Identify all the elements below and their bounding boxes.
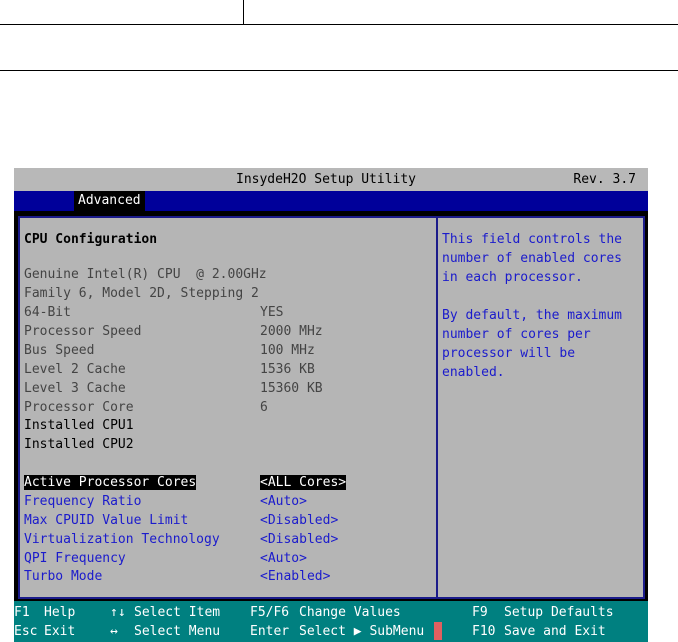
option-qpi-frequency-value[interactable]: <Auto> <box>260 549 307 568</box>
info-value: 1536 KB <box>260 362 315 377</box>
tab-bar: Advanced <box>14 191 648 211</box>
key-f5f6: F5/F6 <box>250 605 290 620</box>
section-heading: CPU Configuration <box>24 232 158 247</box>
info-label: Level 2 Cache <box>24 362 126 377</box>
option-max-cpuid-value-limit-value[interactable]: <Disabled> <box>260 511 338 530</box>
help-line: enabled. <box>442 365 505 380</box>
installed-cpu-item[interactable]: Installed CPU1 <box>24 416 134 435</box>
info-label: Processor Core <box>24 400 134 415</box>
info-label: Processor Speed <box>24 324 142 339</box>
option-frequency-ratio-value[interactable]: <Auto> <box>260 492 307 511</box>
info-label: Level 3 Cache <box>24 381 126 396</box>
doc-table-divider-vertical <box>243 0 244 24</box>
installed-cpu-item[interactable]: Installed CPU2 <box>24 435 134 454</box>
option-qpi-frequency[interactable]: QPI Frequency <box>24 549 126 568</box>
key-f10: F10 <box>472 624 496 639</box>
key-updown-action: Select Item <box>134 605 221 620</box>
option-active-processor-cores-value[interactable]: <ALL Cores> <box>260 473 347 492</box>
key-f9-action: Setup Defaults <box>504 605 614 620</box>
option-turbo-mode-value[interactable]: <Enabled> <box>260 567 330 586</box>
main-panel: CPU Configuration Genuine Intel(R) CPU @… <box>18 216 645 642</box>
info-label: Bus Speed <box>24 343 95 358</box>
key-esc: Esc <box>14 624 38 639</box>
key-esc-action: Exit <box>44 624 76 639</box>
doc-table-divider <box>0 24 678 25</box>
key-f1: F1 <box>14 605 30 620</box>
help-line: This field controls the <box>442 232 623 247</box>
option-virtualization-technology[interactable]: Virtualization Technology <box>24 530 220 549</box>
key-updown: ↑↓ <box>110 605 126 620</box>
option-label: Active Processor Cores <box>24 475 197 490</box>
cpu-name: Genuine Intel(R) CPU @ 2.00GHz <box>24 267 267 282</box>
cpu-family: Family 6, Model 2D, Stepping 2 <box>24 286 259 301</box>
info-value: 6 <box>260 400 268 415</box>
option-max-cpuid-value-limit[interactable]: Max CPUID Value Limit <box>24 511 188 530</box>
help-line: processor will be <box>442 346 576 361</box>
help-line: By default, the maximum <box>442 308 623 323</box>
option-active-processor-cores[interactable]: Active Processor Cores <box>24 473 197 492</box>
revision-label: Rev. 3.7 <box>573 172 636 187</box>
info-value: 100 MHz <box>260 343 315 358</box>
key-f1-action: Help <box>44 605 76 620</box>
app-title: InsydeH2O Setup Utility <box>236 172 417 187</box>
key-leftright-action: Select Menu <box>134 624 221 639</box>
help-line: number of enabled cores <box>442 251 623 266</box>
footer-marker <box>434 622 442 640</box>
tab-advanced[interactable]: Advanced <box>74 191 145 211</box>
info-value: 2000 MHz <box>260 324 323 339</box>
info-value: YES <box>260 305 284 320</box>
key-enter-action: Select ▶ SubMenu <box>299 624 425 639</box>
key-enter: Enter <box>250 624 290 639</box>
key-f10-action: Save and Exit <box>504 624 606 639</box>
title-bar: InsydeH2O Setup Utility Rev. 3.7 <box>14 168 648 191</box>
doc-table-divider <box>0 70 678 71</box>
help-line: in each processor. <box>442 270 583 285</box>
option-turbo-mode[interactable]: Turbo Mode <box>24 567 102 586</box>
info-value: 15360 KB <box>260 381 323 396</box>
option-frequency-ratio[interactable]: Frequency Ratio <box>24 492 141 511</box>
key-help-footer: F1 Help ↑↓ Select Item F5/F6 Change Valu… <box>14 601 648 642</box>
help-line: number of cores per <box>442 327 591 342</box>
key-f9: F9 <box>472 605 488 620</box>
option-virtualization-technology-value[interactable]: <Disabled> <box>260 530 338 549</box>
key-leftright: ↔ <box>110 624 118 639</box>
panel-divider <box>436 218 438 597</box>
option-value: <ALL Cores> <box>260 475 347 490</box>
key-f5f6-action: Change Values <box>299 605 401 620</box>
bios-screen: InsydeH2O Setup Utility Rev. 3.7 Advance… <box>14 168 648 642</box>
info-label: 64-Bit <box>24 305 71 320</box>
